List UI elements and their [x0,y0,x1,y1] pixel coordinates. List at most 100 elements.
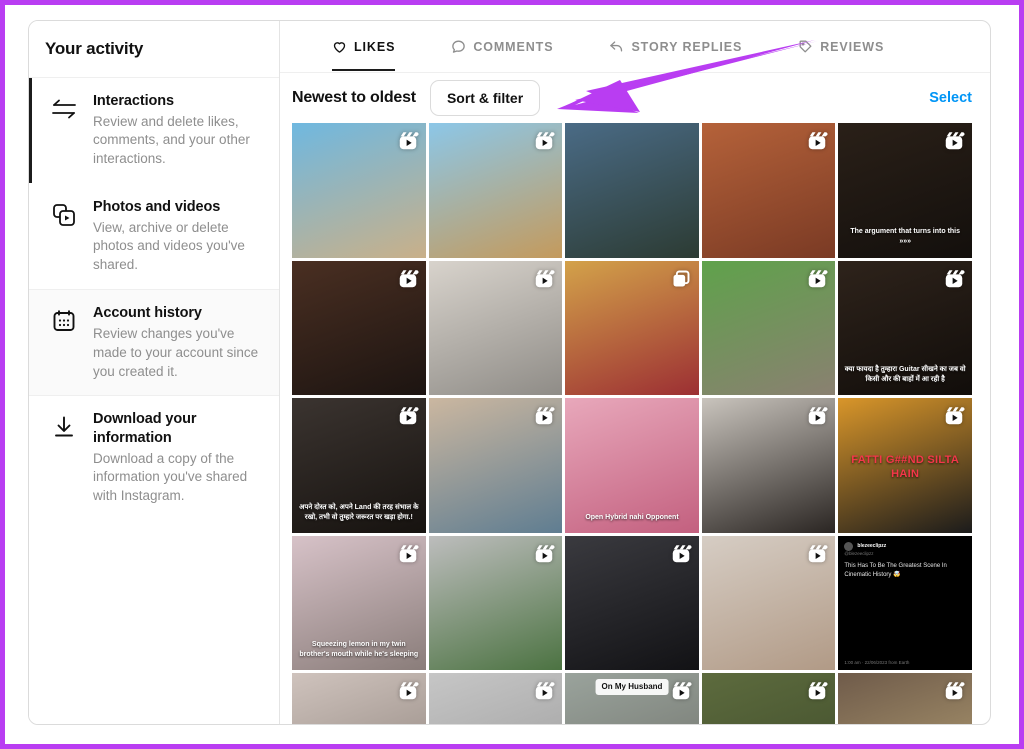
avatar [844,542,853,551]
tile-caption: Squeezing lemon in my twin brother's mou… [292,640,426,660]
media-grid-container: The argument that turns into this »»» क्य… [280,123,990,724]
tab-label: REVIEWS [820,40,884,54]
sidebar-header: Your activity [29,21,279,78]
heart-icon [332,39,347,54]
sort-and-filter-button[interactable]: Sort & filter [430,80,540,116]
reels-icon [397,130,419,152]
tweet-handle: blezeeclipzz [857,543,886,549]
sort-toolbar: Newest to oldest Sort & filter Select [280,73,990,123]
tile-caption: अपने दोस्त को, अपने Land की तरह संभाल के… [292,503,426,523]
tab-label: STORY REPLIES [631,40,742,54]
reels-icon [397,405,419,427]
media-tile[interactable] [702,398,836,533]
media-tile[interactable] [702,536,836,671]
tweet-overlay: blezeeclipzz @blezeeclipzz This Has To Be … [838,536,972,671]
media-tile[interactable]: blezeeclipzz @blezeeclipzz This Has To Be … [838,536,972,671]
sort-order-label: Newest to oldest [292,89,416,107]
reels-icon [806,130,828,152]
sidebar-item-label: Interactions [93,92,265,111]
media-tile[interactable] [565,123,699,258]
photos-videos-icon [49,200,79,230]
sidebar-item-photos-and-videos[interactable]: Photos and videos View, archive or delet… [29,184,279,290]
media-tile[interactable] [702,123,836,258]
sidebar-item-account-history[interactable]: Account history Review changes you've ma… [29,289,279,396]
comment-icon [451,39,466,54]
media-tile[interactable] [429,261,563,396]
reels-icon [943,405,965,427]
media-tile[interactable]: Squeezing lemon in my twin brother's mou… [292,536,426,671]
content-panel: LIKES COMMENTS STORY REPLIES [280,21,990,724]
sidebar: Your activity Interactions Review and de… [29,21,280,724]
media-tile[interactable] [565,261,699,396]
tile-caption: FATTI G##ND SILTA HAIN [838,454,972,482]
media-tile[interactable] [292,261,426,396]
reels-icon [806,268,828,290]
media-thumbnail [565,123,699,258]
sidebar-item-download-your-information[interactable]: Download your information Download a cop… [29,396,279,521]
media-tile[interactable] [429,536,563,671]
media-tile[interactable] [292,673,426,724]
activity-tabs: LIKES COMMENTS STORY REPLIES [280,21,990,73]
tweet-body: This Has To Be The Greatest Scene In Cin… [844,562,966,580]
reels-icon [533,543,555,565]
sidebar-item-desc: Review and delete likes, comments, and y… [93,113,265,169]
reels-icon [943,130,965,152]
tweet-footer: 1:00 am · 22/06/2023 from Earth [844,660,909,665]
tile-caption: The argument that turns into this »»» [838,227,972,247]
media-tile[interactable] [429,123,563,258]
sidebar-item-label: Photos and videos [93,198,265,217]
tile-caption: Open Hybrid nahi Opponent [565,513,699,523]
media-tile[interactable] [429,673,563,724]
reels-icon [670,543,692,565]
calendar-icon [49,306,79,336]
reels-icon [670,680,692,702]
page-title: Your activity [45,39,143,59]
media-tile[interactable]: On My Husband [565,673,699,724]
media-tile[interactable] [702,673,836,724]
media-tile[interactable]: Open Hybrid nahi Opponent [565,398,699,533]
tile-caption: क्या फायदा है तुम्हारा Guitar सीखने का ज… [838,365,972,385]
reels-icon [806,405,828,427]
media-tile[interactable]: क्या फायदा है तुम्हारा Guitar सीखने का ज… [838,261,972,396]
media-tile[interactable] [838,673,972,724]
tab-likes[interactable]: LIKES [332,21,395,72]
tab-reviews[interactable]: REVIEWS [798,21,884,72]
download-icon [49,412,79,442]
media-tile[interactable] [292,123,426,258]
media-tile[interactable] [429,398,563,533]
sidebar-item-label: Download your information [93,410,265,448]
sidebar-item-interactions[interactable]: Interactions Review and delete likes, co… [29,78,279,184]
reels-icon [533,130,555,152]
reels-icon [533,680,555,702]
reels-icon [806,543,828,565]
media-tile[interactable]: अपने दोस्त को, अपने Land की तरह संभाल के… [292,398,426,533]
carousel-icon [670,268,692,290]
interactions-arrows-icon [49,94,79,124]
reels-icon [533,268,555,290]
media-tile[interactable] [702,261,836,396]
reels-icon [943,680,965,702]
reels-icon [533,405,555,427]
reels-icon [943,268,965,290]
tile-caption: On My Husband [596,679,669,695]
sidebar-item-label: Account history [93,304,265,323]
reels-icon [806,680,828,702]
tab-story-replies[interactable]: STORY REPLIES [609,21,742,72]
reels-icon [397,680,419,702]
reels-icon [397,268,419,290]
media-tile[interactable]: FATTI G##ND SILTA HAIN [838,398,972,533]
sidebar-item-desc: Review changes you've made to your accou… [93,325,265,381]
sidebar-item-desc: Download a copy of the information you'v… [93,450,265,506]
your-activity-card: Your activity Interactions Review and de… [28,20,991,725]
tweet-username: @blezeeclipzz [844,551,966,556]
media-tile[interactable] [565,536,699,671]
media-grid: The argument that turns into this »»» क्य… [292,123,972,724]
select-button[interactable]: Select [929,90,972,106]
tab-label: LIKES [354,40,395,54]
reply-arrow-icon [609,39,624,54]
tab-label: COMMENTS [473,40,553,54]
media-tile[interactable]: The argument that turns into this »»» [838,123,972,258]
tab-comments[interactable]: COMMENTS [451,21,553,72]
tag-icon [798,39,813,54]
reels-icon [397,543,419,565]
